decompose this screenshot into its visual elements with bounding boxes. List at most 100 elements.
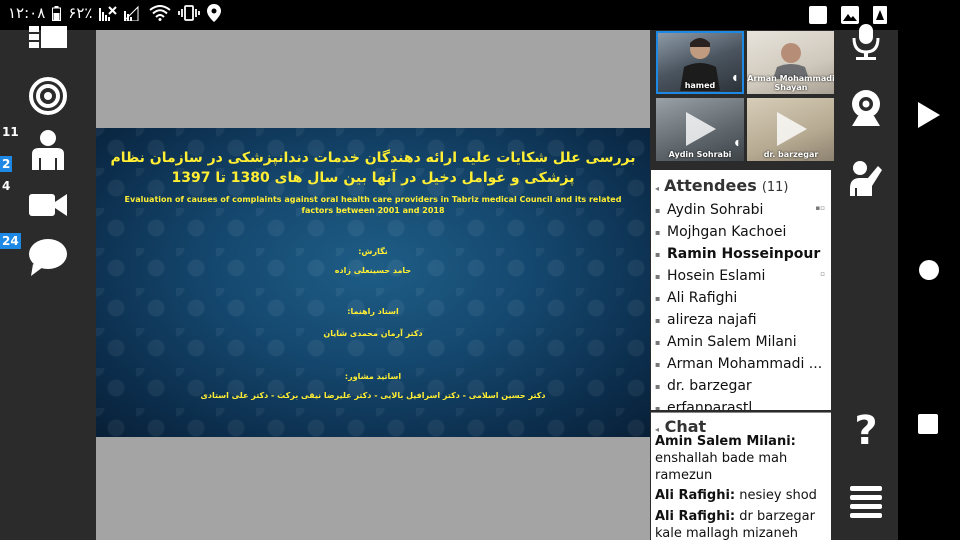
back-icon[interactable] [918,102,940,128]
presentation-stage: بررسی علل شکایات علیه ارائه دهندگان خدما… [96,30,650,540]
attendee-item[interactable]: ▪ Amin Salem Milani [655,334,827,356]
clock: ۱۲:۰۸ [8,4,46,22]
control-column: ? [834,24,898,540]
camera-count-badge: 4 [2,179,11,193]
attendee-item[interactable]: ▪ Ramin Hosseinpour [655,246,827,268]
target-icon [29,77,67,115]
battery-percent: ۶۲٪ [68,4,93,22]
attendee-item[interactable]: ▪ Hosein Eslami ▫ [655,268,827,290]
attendee-name: alireza najafi [667,312,757,328]
right-panel: ◖ hamed Arman Mohammadi Shayan ◖ Aydin S… [650,30,835,540]
play-icon [777,112,807,146]
attendee-name: Hosein Eslami [667,268,766,284]
attendees-panel: ◂ Attendees (11) ▪ Aydin Sohrabi ▪ ▫ ▪ Mojhg… [651,170,831,410]
user-small-icon: ▪ [655,359,661,369]
attendee-item[interactable]: ▪ Aydin Sohrabi ▪▫ [655,202,827,224]
user-small-icon: ▪ [655,381,661,391]
attendees-title: Attendees [664,176,757,195]
user-small-icon: ▪ [655,403,661,411]
broadcast-button[interactable] [0,66,96,126]
status-bar: ۱۲:۰۸ ۶۲٪ [0,0,898,30]
chat-text: nesiey shod [735,488,817,503]
chat-message: Ali Rafighi: nesiey shod [655,487,827,504]
menu-icon[interactable] [846,482,886,522]
attendee-name: Ramin Hosseinpour [667,246,821,262]
secondary-count-badge: 2 [0,156,13,172]
attendee-name: Amin Salem Milani [667,334,797,350]
webcam-icon[interactable] [846,88,886,128]
layout-icon [29,26,67,48]
participants-button[interactable]: 11 2 [0,122,96,182]
attendee-name: dr. barzegar [667,378,752,394]
user-small-icon: ▪ [655,271,661,281]
video-tile-arman[interactable]: Arman Mohammadi Shayan [747,31,835,94]
signal-icon [99,5,118,21]
video-label-aydin: Aydin Sohrabi [668,150,732,159]
advisors-label: اساتید مشاور: [344,372,402,381]
status-left: ۱۲:۰۸ ۶۲٪ [8,4,222,22]
chat-text: enshallah bade mah ramezun [655,451,788,483]
supervisor-name: دکتر آرمان محمدی شایان [323,329,423,338]
user-small-icon: ▪ [655,293,661,303]
user-small-icon: ▪ [655,315,661,325]
location-icon [207,4,222,22]
user-small-icon: ▪ [655,337,661,347]
microphone-icon[interactable] [846,24,886,64]
attendee-item[interactable]: ▪ Ali Rafighi [655,290,827,312]
presenter-small-icon: ▪ [655,249,661,259]
chat-count-badge: 24 [0,233,21,249]
notification-square-icon [808,5,828,29]
wifi-icon [149,5,172,21]
raise-hand-icon[interactable] [846,158,886,198]
chat-author: Ali Rafighi: [655,488,736,503]
chat-author: Ali Rafighi: [655,509,736,524]
collapse-arrow-icon: ◂ [655,184,660,193]
attendee-name: Aydin Sohrabi [667,202,764,218]
mic-indicator-icon: ◖ [734,138,739,147]
left-toolbar: 11 2 4 24 [0,26,96,540]
video-label-arman: Arman Mohammadi Shayan [747,74,835,92]
app-screen: ۱۲:۰۸ ۶۲٪ 11 2 4 24 بررسی علل شکایات علی… [0,0,960,540]
battery-icon [52,5,62,21]
cam-icon: ▫ [820,270,825,278]
video-tile-aydin[interactable]: ◖ Aydin Sohrabi [656,98,744,161]
attendee-name: Arman Mohammadi ... [667,356,823,372]
chat-panel: ◂ Chat Amin Salem Milani: enshallah bade… [651,412,831,540]
video-label-hamed: hamed [684,81,716,90]
attendee-name: Mojhgan Kachoei [667,224,787,240]
chat-bubble-icon [29,239,67,276]
supervisor-label: استاد راهنما: [347,307,399,316]
presentation-slide: بررسی علل شکایات علیه ارائه دهندگان خدما… [96,128,650,437]
user-small-icon: ▪ [655,227,661,237]
video-label-barzegar: dr. barzegar [763,150,819,159]
android-nav-bar [898,0,960,540]
chat-button[interactable]: 24 [0,230,96,290]
home-icon[interactable] [918,259,940,281]
video-tile-barzegar[interactable]: dr. barzegar [747,98,835,161]
attendee-item[interactable]: ▪ Mojhgan Kachoei [655,224,827,246]
user-icon [32,130,64,170]
camera-button[interactable]: 4 [0,178,96,238]
attendee-item[interactable]: ▪ Arman Mohammadi ... [655,356,827,378]
attendee-name: erfanparastl [667,400,753,410]
attendee-name: Ali Rafighi [667,290,738,306]
layout-button[interactable] [0,26,96,66]
recents-icon[interactable] [918,414,938,434]
attendees-count: (11) [761,180,789,195]
slide-persian-title: بررسی علل شکایات علیه ارائه دهندگان خدما… [110,150,636,186]
video-tile-hamed[interactable]: ◖ hamed [656,31,744,94]
user-small-icon: ▪ [655,205,661,215]
chat-message: Amin Salem Milani: enshallah bade mah ra… [655,433,827,484]
person-silhouette [773,43,809,79]
attendee-item[interactable]: ▪ dr. barzegar [655,378,827,400]
help-icon[interactable]: ? [846,410,886,450]
signal-2-icon [124,5,142,21]
attendee-item[interactable]: ▪ erfanparastl [655,400,827,410]
advisors-names: دکتر حسین اسلامی - دکتر اسرافیل بالایی -… [200,391,546,400]
chat-author: Amin Salem Milani: [655,434,796,449]
video-camera-icon [29,194,67,216]
attendee-item[interactable]: ▪ alireza najafi [655,312,827,334]
attendees-header[interactable]: ◂ Attendees (11) [655,176,789,195]
svg-text:?: ? [854,410,877,450]
play-icon [686,112,716,146]
